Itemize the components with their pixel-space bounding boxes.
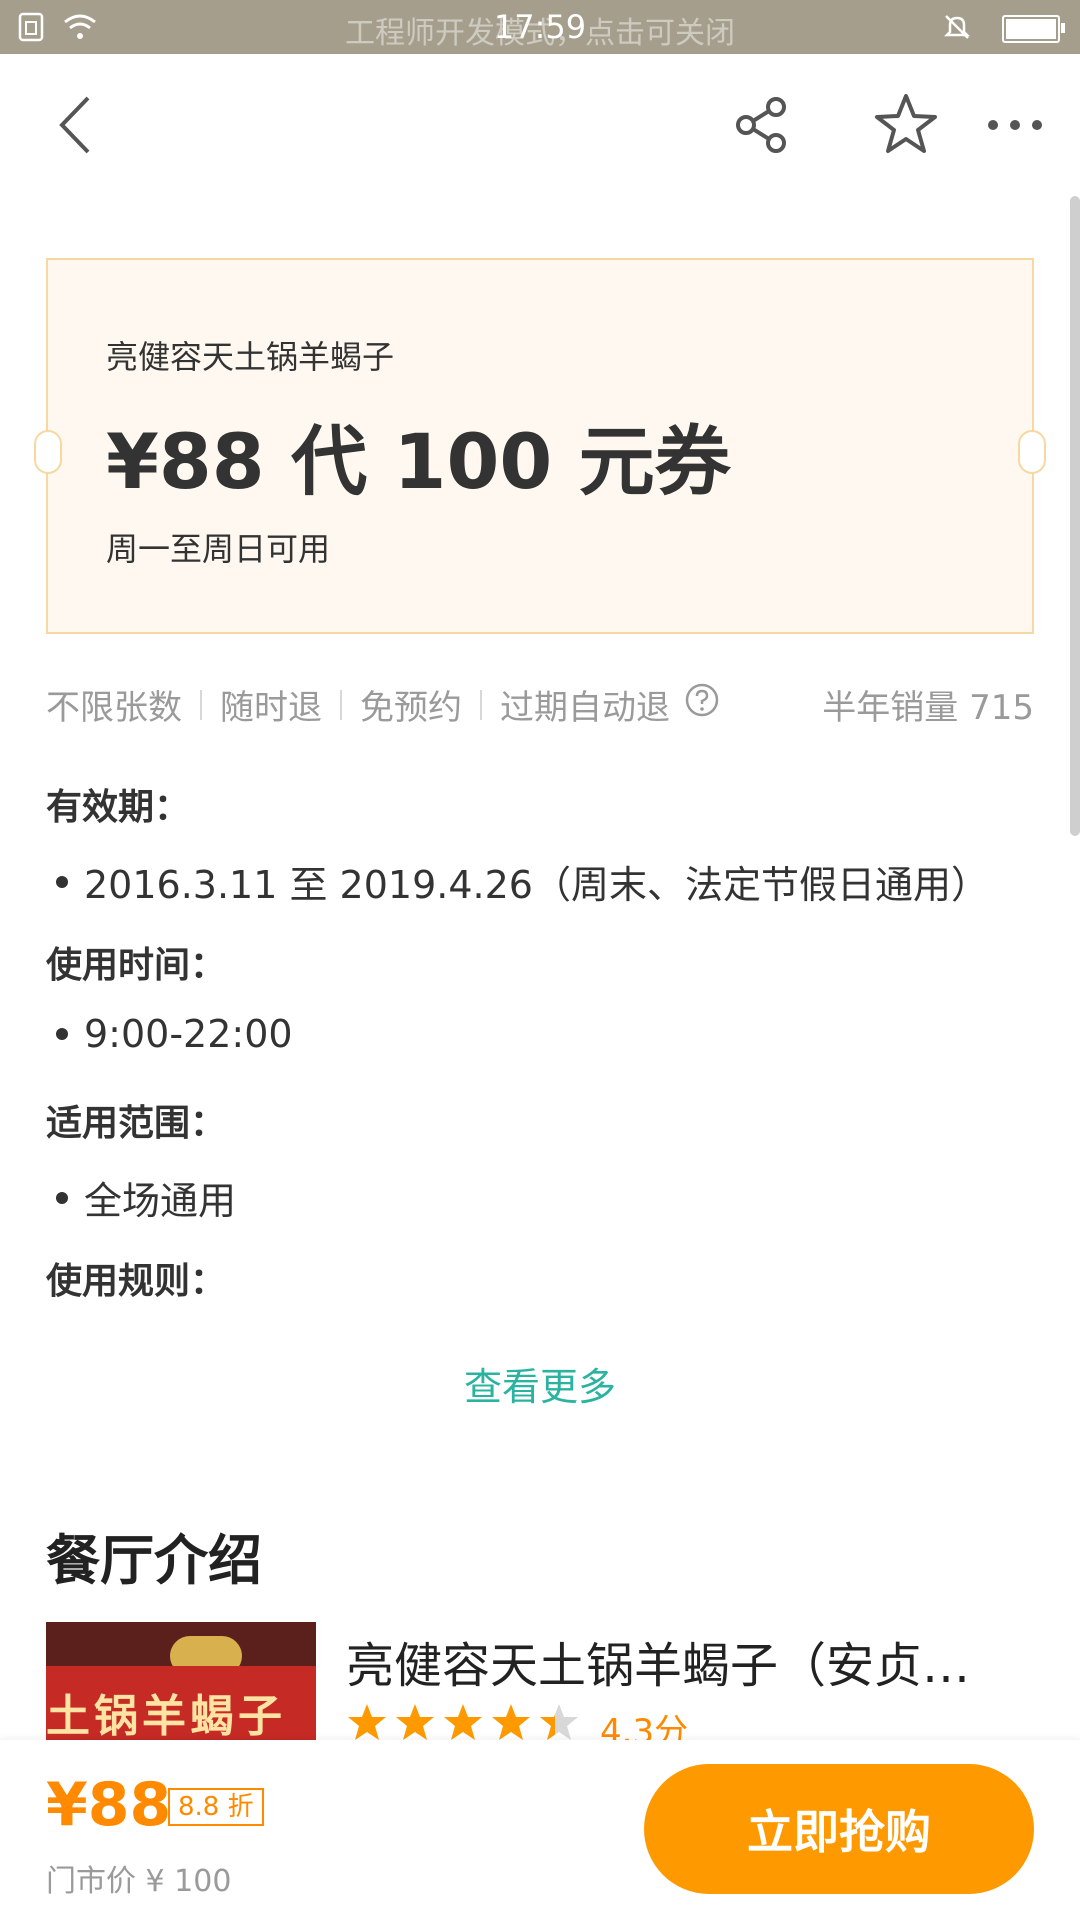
restaurant-name[interactable]: 亮健容天土锅羊蝎子（安贞… [346,1626,1036,1696]
battery-icon [1002,15,1065,43]
rules-label: 使用规则： [46,1261,227,1302]
favorite-star-icon[interactable] [866,90,946,160]
scope-item: 全场通用 [56,1170,236,1225]
tag-divider [340,689,342,720]
hours-item: 9:00-22:00 [56,1012,293,1056]
scope-label: 适用范围： [46,1103,227,1144]
deal-tags: 不限张数 随时退 免预约 过期自动退 [46,680,720,729]
bullet-dot [56,1191,68,1204]
coupon-card: 亮健容天土锅羊蝎子 ¥88 代 100 元券 周一至周日可用 [34,258,1046,634]
restaurant-photo[interactable]: 土锅羊蝎子 [46,1622,316,1740]
tag-divider [200,689,202,720]
tag-refund-anytime: 随时退 [220,688,322,728]
tag-divider [480,689,482,720]
restaurant-section-title: 餐厅介绍 [46,1529,262,1592]
help-question-icon[interactable] [684,682,720,727]
coupon-title: ¥88 代 100 元券 [106,417,731,506]
top-nav-bar [0,54,1080,194]
purchase-bar: ¥88 8.8 折 门市价 ¥ 100 立即抢购 [0,1740,1080,1920]
back-icon[interactable] [40,90,110,160]
scrollbar[interactable] [1070,196,1080,836]
tag-unlimited: 不限张数 [46,688,182,728]
scope-value: 全场通用 [84,1179,237,1223]
buy-now-button[interactable]: 立即抢购 [644,1764,1034,1894]
half-year-sales: 半年销量 715 [822,688,1034,728]
more-options-icon[interactable] [980,90,1050,160]
coupon-notch-right [1018,430,1046,474]
bullet-dot [56,875,68,888]
hours-value: 9:00-22:00 [84,1012,293,1056]
tag-no-reservation: 免预约 [360,688,462,728]
see-more-link[interactable]: 查看更多 [0,1356,1080,1411]
validity-label: 有效期： [46,787,191,828]
tag-auto-refund: 过期自动退 [500,688,670,728]
coupon-notch-left [34,430,62,474]
clock: 17:59 [493,8,587,46]
original-price: 门市价 ¥ 100 [46,1864,232,1899]
share-icon[interactable] [722,90,802,160]
bullet-dot [56,1028,68,1040]
coupon-valid-days: 周一至周日可用 [106,530,331,568]
validity-value: 2016.3.11 至 2019.4.26（周末、法定节假日通用） [84,863,989,907]
hours-label: 使用时间： [46,945,227,986]
mute-bell-icon [942,12,972,46]
validity-item: 2016.3.11 至 2019.4.26（周末、法定节假日通用） [56,854,989,909]
coupon-shop-name: 亮健容天土锅羊蝎子 [106,338,395,376]
deal-price: ¥88 [46,1770,172,1840]
discount-badge: 8.8 折 [168,1788,264,1826]
status-bar: 工程师开发模式，点击可关闭 17:59 [0,0,1080,54]
status-right-icons [942,12,1065,46]
restaurant-sign-text: 土锅羊蝎子 [46,1691,286,1740]
